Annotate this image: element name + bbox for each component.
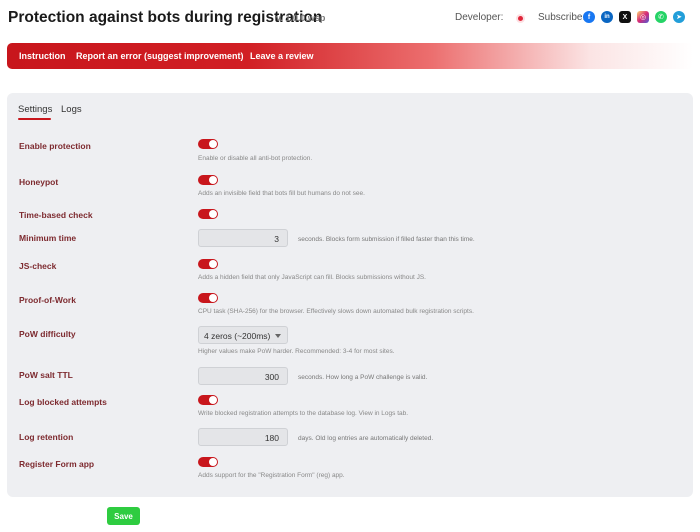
pow-difficulty-selected-value: 4 zeros (~200ms) (204, 331, 271, 341)
minimum-time-input[interactable]: 3 (198, 229, 288, 247)
proof-of-work-toggle[interactable] (198, 293, 218, 303)
pow-salt-ttl-label: PoW salt TTL (19, 370, 73, 380)
pow-difficulty-label: PoW difficulty (19, 329, 76, 339)
pow-salt-ttl-input[interactable]: 300 (198, 367, 288, 385)
subscribe-label: Subscribe: (538, 12, 586, 23)
version-label: v. 1.0.0.wsp (276, 13, 326, 23)
instagram-icon[interactable]: ◎ (637, 11, 649, 23)
js-check-desc: Adds a hidden field that only JavaScript… (198, 274, 426, 281)
telegram-icon[interactable]: ➤ (673, 11, 685, 23)
js-check-toggle[interactable] (198, 259, 218, 269)
enable-protection-desc: Enable or disable all anti-bot protectio… (198, 155, 313, 162)
log-retention-input[interactable]: 180 (198, 428, 288, 446)
pow-difficulty-desc: Higher values make PoW harder. Recommend… (198, 348, 395, 355)
developer-logo-icon[interactable] (518, 16, 523, 21)
minimum-time-label: Minimum time (19, 233, 77, 243)
nav-instruction-link[interactable]: Instruction (19, 51, 66, 61)
log-blocked-attempts-label: Log blocked attempts (19, 397, 107, 407)
time-based-check-toggle[interactable] (198, 209, 218, 219)
enable-protection-label: Enable protection (19, 141, 91, 151)
register-form-app-desc: Adds support for the "Registration Form"… (198, 472, 345, 479)
register-form-app-label: Register Form app (19, 459, 95, 469)
developer-label: Developer: (455, 12, 504, 23)
proof-of-work-desc: CPU task (SHA-256) for the browser. Effe… (198, 308, 474, 315)
time-based-check-label: Time-based check (19, 210, 93, 220)
js-check-label: JS-check (19, 261, 57, 271)
log-blocked-attempts-desc: Write blocked registration attempts to t… (198, 410, 409, 417)
linkedin-icon[interactable]: in (601, 11, 613, 23)
page-header: Protection against bots during registrat… (0, 0, 700, 36)
x-icon[interactable]: X (619, 11, 631, 23)
nav-leave-review-link[interactable]: Leave a review (250, 51, 314, 61)
active-tab-indicator (18, 118, 51, 120)
register-form-app-toggle[interactable] (198, 457, 218, 467)
settings-panel: Settings Logs Enable protection Enable o… (7, 93, 693, 497)
pow-difficulty-select[interactable]: 4 zeros (~200ms) (198, 326, 288, 344)
honeypot-toggle[interactable] (198, 175, 218, 185)
chevron-down-icon (275, 334, 281, 338)
minimum-time-desc: seconds. Blocks form submission if fille… (298, 236, 475, 243)
pow-salt-ttl-desc: seconds. How long a PoW challenge is val… (298, 374, 428, 381)
tab-settings[interactable]: Settings (18, 104, 52, 115)
proof-of-work-label: Proof-of-Work (19, 295, 76, 305)
log-blocked-attempts-toggle[interactable] (198, 395, 218, 405)
whatsapp-icon[interactable]: ✆ (655, 11, 667, 23)
nav-report-error-link[interactable]: Report an error (suggest improvement) (76, 51, 244, 61)
save-button[interactable]: Save (107, 507, 140, 525)
tab-logs[interactable]: Logs (61, 104, 82, 115)
honeypot-label: Honeypot (19, 177, 59, 187)
log-retention-label: Log retention (19, 432, 74, 442)
enable-protection-toggle[interactable] (198, 139, 218, 149)
honeypot-desc: Adds an invisible field that bots fill b… (198, 190, 365, 197)
top-nav-bar: Instruction Report an error (suggest imp… (7, 43, 693, 69)
facebook-icon[interactable]: f (583, 11, 595, 23)
log-retention-desc: days. Old log entries are automatically … (298, 435, 434, 442)
